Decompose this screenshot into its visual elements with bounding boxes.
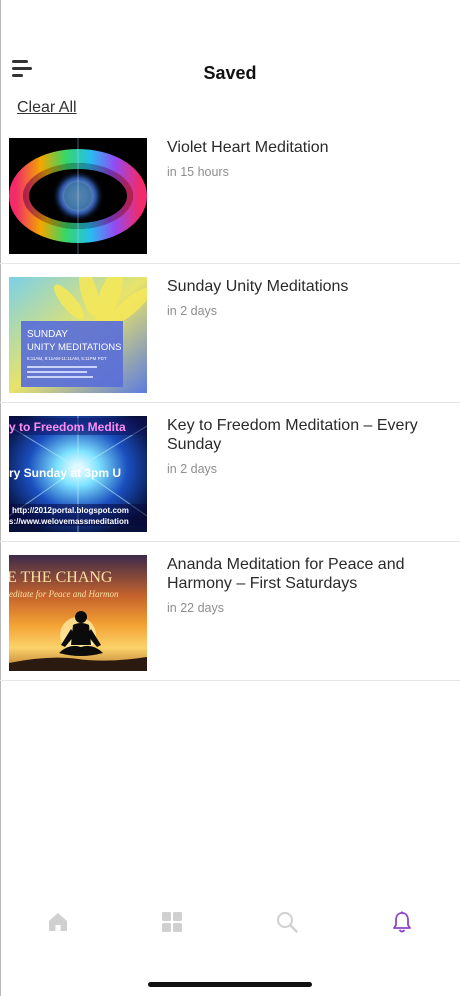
tab-browse[interactable] bbox=[152, 910, 192, 950]
thumb-text: UNITY MEDITATIONS bbox=[27, 342, 121, 353]
page-title: Saved bbox=[203, 63, 257, 83]
event-thumbnail[interactable]: y to Freedom Medita ry Sunday at 3pm U h… bbox=[9, 416, 147, 532]
event-time: in 15 hours bbox=[167, 165, 229, 179]
event-thumbnail[interactable]: SUNDAY UNITY MEDITATIONS 5:11AM, 8:11AM-… bbox=[9, 277, 147, 393]
event-title[interactable]: Violet Heart Meditation bbox=[167, 138, 437, 157]
event-title[interactable]: Sunday Unity Meditations bbox=[167, 277, 437, 296]
event-time: in 2 days bbox=[167, 462, 218, 476]
thumb-text: SUNDAY bbox=[27, 329, 68, 340]
clear-all-button[interactable]: Clear All bbox=[17, 99, 77, 117]
event-title[interactable]: Key to Freedom Meditation – Every Sunday bbox=[167, 416, 437, 454]
search-icon bbox=[277, 912, 298, 933]
thumb-text: 5:11AM, 8:11AM-11:11AM, 5:11PM PDT bbox=[27, 356, 107, 361]
header: Saved Clear All bbox=[0, 0, 460, 116]
thumb-text: ry Sunday at 3pm U bbox=[9, 466, 121, 480]
home-icon bbox=[49, 913, 67, 931]
tab-home[interactable] bbox=[38, 910, 78, 950]
tab-notifications[interactable] bbox=[382, 910, 422, 950]
event-title[interactable]: Ananda Meditation for Peace and Harmony … bbox=[167, 555, 437, 593]
home-indicator bbox=[148, 982, 312, 987]
tab-bar bbox=[0, 910, 460, 954]
thumb-text: http://2012portal.blogspot.com bbox=[12, 506, 129, 515]
thumb-text: y to Freedom Medita bbox=[9, 420, 126, 434]
list-item[interactable]: y to Freedom Medita ry Sunday at 3pm U h… bbox=[0, 403, 460, 542]
grid-icon bbox=[162, 912, 182, 932]
list-item[interactable]: SUNDAY UNITY MEDITATIONS 5:11AM, 8:11AM-… bbox=[0, 264, 460, 403]
event-time: in 2 days bbox=[167, 304, 218, 318]
thumb-text: editate for Peace and Harmon bbox=[9, 589, 119, 599]
event-thumbnail[interactable]: E THE CHANG editate for Peace and Harmon bbox=[9, 555, 147, 671]
tab-search[interactable] bbox=[267, 910, 307, 950]
bell-icon bbox=[393, 911, 411, 933]
list-item[interactable]: Violet Heart Meditation in 15 hours bbox=[0, 125, 460, 264]
thumb-text: E THE CHANG bbox=[9, 569, 113, 586]
thumb-text: s://www.welovemassmeditation bbox=[9, 517, 129, 526]
event-time: in 22 days bbox=[167, 601, 224, 615]
list-item[interactable]: E THE CHANG editate for Peace and Harmon… bbox=[0, 542, 460, 681]
saved-list: Violet Heart Meditation in 15 hours SUND… bbox=[0, 125, 460, 681]
event-thumbnail[interactable] bbox=[9, 138, 147, 254]
